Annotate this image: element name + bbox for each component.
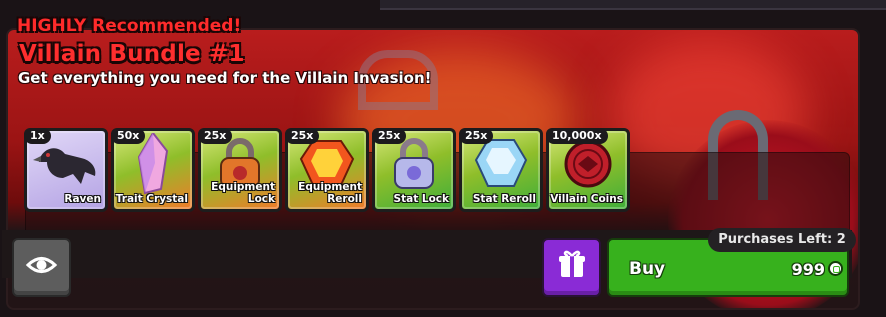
price-value: 999: [791, 260, 825, 279]
stat-lock-icon: [394, 137, 434, 189]
item-qty: 10,000x: [546, 128, 608, 144]
buy-label: Buy: [629, 259, 666, 279]
item-qty: 50x: [111, 128, 146, 144]
item-qty: 1x: [24, 128, 51, 144]
gift-button[interactable]: [542, 238, 601, 297]
bundle-title: Villain Bundle #1: [19, 41, 245, 67]
item-qty: 25x: [198, 128, 233, 144]
item-qty: 25x: [459, 128, 494, 144]
gift-icon: [559, 250, 585, 277]
item-qty: 25x: [285, 128, 320, 144]
item-name: Equipment Lock: [211, 181, 275, 205]
item-qty: 25x: [372, 128, 407, 144]
bundle-subtitle: Get everything you need for the Villain …: [18, 69, 432, 87]
item-name: Stat Reroll: [472, 193, 536, 205]
top-panel-edge: [380, 0, 886, 10]
item-name: Villain Coins: [550, 193, 623, 205]
item-name: Equipment Reroll: [298, 181, 362, 205]
item-name: Trait Crystal: [115, 193, 188, 205]
purchases-left-badge: Purchases Left: 2: [708, 228, 856, 252]
robux-icon: [828, 261, 843, 276]
recommended-label: HIGHLY Recommended!: [17, 16, 242, 36]
stat-reroll-icon: [474, 138, 528, 187]
preview-button[interactable]: [12, 238, 71, 297]
villain-coins-icon: [564, 140, 612, 188]
eye-icon: [25, 257, 58, 273]
item-name: Stat Lock: [393, 193, 449, 205]
raven-icon: [33, 147, 96, 184]
item-name: Raven: [64, 193, 101, 205]
